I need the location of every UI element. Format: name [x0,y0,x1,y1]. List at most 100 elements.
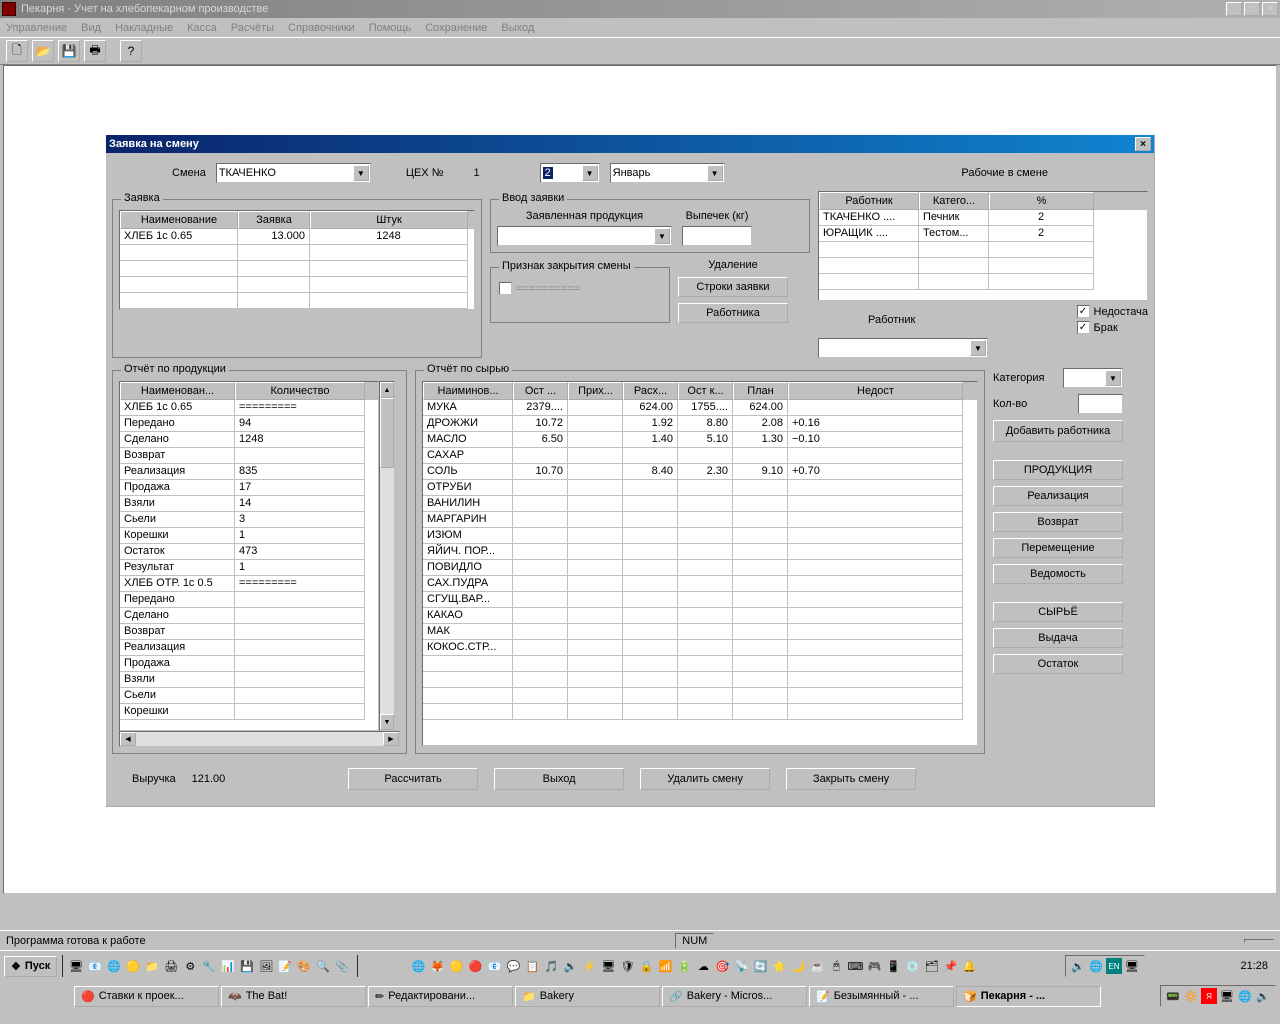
table-row[interactable] [120,277,474,293]
menu-item[interactable]: Сохранение [425,22,487,34]
table-row[interactable]: ТКАЧЕНКО ....Печник2 [819,210,1147,226]
peremeshenie-button[interactable]: Перемещение [993,538,1123,558]
tray-icon[interactable]: EN [1106,958,1122,974]
table-row[interactable]: Передано [120,592,378,608]
scrollbar[interactable]: ▲ ▼ [379,381,395,731]
table-row[interactable]: МАСЛО6.501.405.101.30−0.10 [423,432,977,448]
tray-icon[interactable]: 📡 [733,958,749,974]
task-button[interactable]: 🦇The Bat! [221,986,366,1007]
table-row[interactable] [120,293,474,309]
month-combo[interactable]: Январь▼ [610,163,725,183]
tray-icon[interactable]: 🔧 [201,958,217,974]
delete-rows-button[interactable]: Строки заявки [678,277,788,297]
table-row[interactable]: ОТРУБИ [423,480,977,496]
tray-icon[interactable]: 🌐 [106,958,122,974]
tray-icon[interactable]: 🔆 [1183,988,1199,1004]
delete-worker-button[interactable]: Работника [678,303,788,323]
menu-item[interactable]: Вид [81,22,101,34]
table-row[interactable]: Сделано1248 [120,432,378,448]
task-button[interactable]: 🔴Ставки к проек... [74,986,219,1007]
table-row[interactable] [120,245,474,261]
tray-icon[interactable]: 🖱 [828,958,844,974]
produkciya-button[interactable]: ПРОДУКЦИЯ [993,460,1123,480]
dialog-close-button[interactable]: × [1135,137,1151,151]
scroll-down-icon[interactable]: ▼ [380,714,394,730]
table-row[interactable]: Продажа17 [120,480,378,496]
kolvo-input[interactable] [1078,394,1123,414]
tray-icon[interactable]: ⭐ [771,958,787,974]
tray-icon[interactable]: 🖥 [1219,988,1235,1004]
tray-icon[interactable]: 📌 [942,958,958,974]
minimize-button[interactable]: _ [1226,2,1242,16]
table-row[interactable]: ХЛЕБ 1с 0.6513.0001248 [120,229,474,245]
table-row[interactable] [423,688,977,704]
tray-icon[interactable]: 📧 [87,958,103,974]
table-row[interactable] [819,258,1147,274]
scroll-up-icon[interactable]: ▲ [380,382,394,398]
table-row[interactable]: Взяли14 [120,496,378,512]
table-row[interactable]: Передано94 [120,416,378,432]
task-button[interactable]: 📝Безымянный - ... [809,986,954,1007]
table-row[interactable]: КОКОС.СТР... [423,640,977,656]
new-icon[interactable]: 🗋 [6,40,28,62]
table-row[interactable]: Корешки1 [120,528,378,544]
chevron-down-icon[interactable]: ▼ [582,165,598,181]
menu-item[interactable]: Касса [187,22,217,34]
menu-item[interactable]: Выход [501,22,534,34]
tray-icon[interactable]: 🛡 [619,958,635,974]
vozvrat-button[interactable]: Возврат [993,512,1123,532]
table-row[interactable]: КАКАО [423,608,977,624]
table-row[interactable]: ДРОЖЖИ10.721.928.802.08+0.16 [423,416,977,432]
brak-checkbox[interactable]: ✓ [1077,321,1090,334]
table-row[interactable]: СОЛЬ10.708.402.309.10+0.70 [423,464,977,480]
table-row[interactable]: Сделано [120,608,378,624]
table-row[interactable] [423,656,977,672]
tray-icon[interactable]: ⚡ [581,958,597,974]
tray-icon[interactable]: 📝 [277,958,293,974]
menu-item[interactable]: Справочники [288,22,355,34]
table-row[interactable] [819,242,1147,258]
nedostacha-checkbox[interactable]: ✓ [1077,305,1090,318]
table-row[interactable] [423,704,977,720]
tray-icon[interactable]: 🎮 [866,958,882,974]
baked-input[interactable] [682,226,752,246]
tray-icon[interactable]: 🖨 [163,958,179,974]
exit-button[interactable]: Выход [494,768,624,790]
syrye-button[interactable]: СЫРЬЁ [993,602,1123,622]
table-row[interactable]: Сьели3 [120,512,378,528]
worker-combo[interactable]: ▼ [818,338,988,358]
tray-icon[interactable]: 🗂 [923,958,939,974]
chevron-down-icon[interactable]: ▼ [707,165,723,181]
tray-icon[interactable]: 💿 [904,958,920,974]
table-row[interactable]: Остаток473 [120,544,378,560]
zayavka-grid[interactable]: Наименование Заявка Штук ХЛЕБ 1с 0.6513.… [119,210,475,310]
tray-icon[interactable]: 🖥 [68,958,84,974]
tray-icon[interactable]: 📎 [334,958,350,974]
open-icon[interactable]: 📂 [32,40,54,62]
tray-icon[interactable]: ☕ [809,958,825,974]
tray-icon[interactable]: 🌐 [410,958,426,974]
table-row[interactable]: ХЛЕБ ОТР. 1с 0.5========= [120,576,378,592]
add-worker-button[interactable]: Добавить работника [993,420,1123,442]
tray-icon[interactable]: 🔊 [562,958,578,974]
task-button[interactable]: 🔗Bakery - Micros... [662,986,807,1007]
workers-grid[interactable]: Работник Катего... % ТКАЧЕНКО ....Печник… [818,191,1148,301]
tray-icon[interactable]: 📊 [220,958,236,974]
tray-icon[interactable]: 📧 [486,958,502,974]
tray-icon[interactable]: 🦊 [429,958,445,974]
tray-icon[interactable]: 🟡 [448,958,464,974]
table-row[interactable]: Корешки [120,704,378,720]
table-row[interactable]: САХАР [423,448,977,464]
table-row[interactable] [423,672,977,688]
table-row[interactable]: Результат1 [120,560,378,576]
table-row[interactable]: ИЗЮМ [423,528,977,544]
tray-icon[interactable]: 🖥 [1124,958,1140,974]
close-checkbox[interactable] [499,282,512,295]
scroll-left-icon[interactable]: ◀ [120,732,136,746]
task-button-active[interactable]: 🍞Пекарня - ... [956,986,1101,1007]
table-row[interactable]: Возврат [120,624,378,640]
table-row[interactable]: Реализация [120,640,378,656]
tray-icon[interactable]: 📁 [144,958,160,974]
menu-item[interactable]: Расчёты [231,22,274,34]
product-combo[interactable]: ▼ [497,226,672,246]
